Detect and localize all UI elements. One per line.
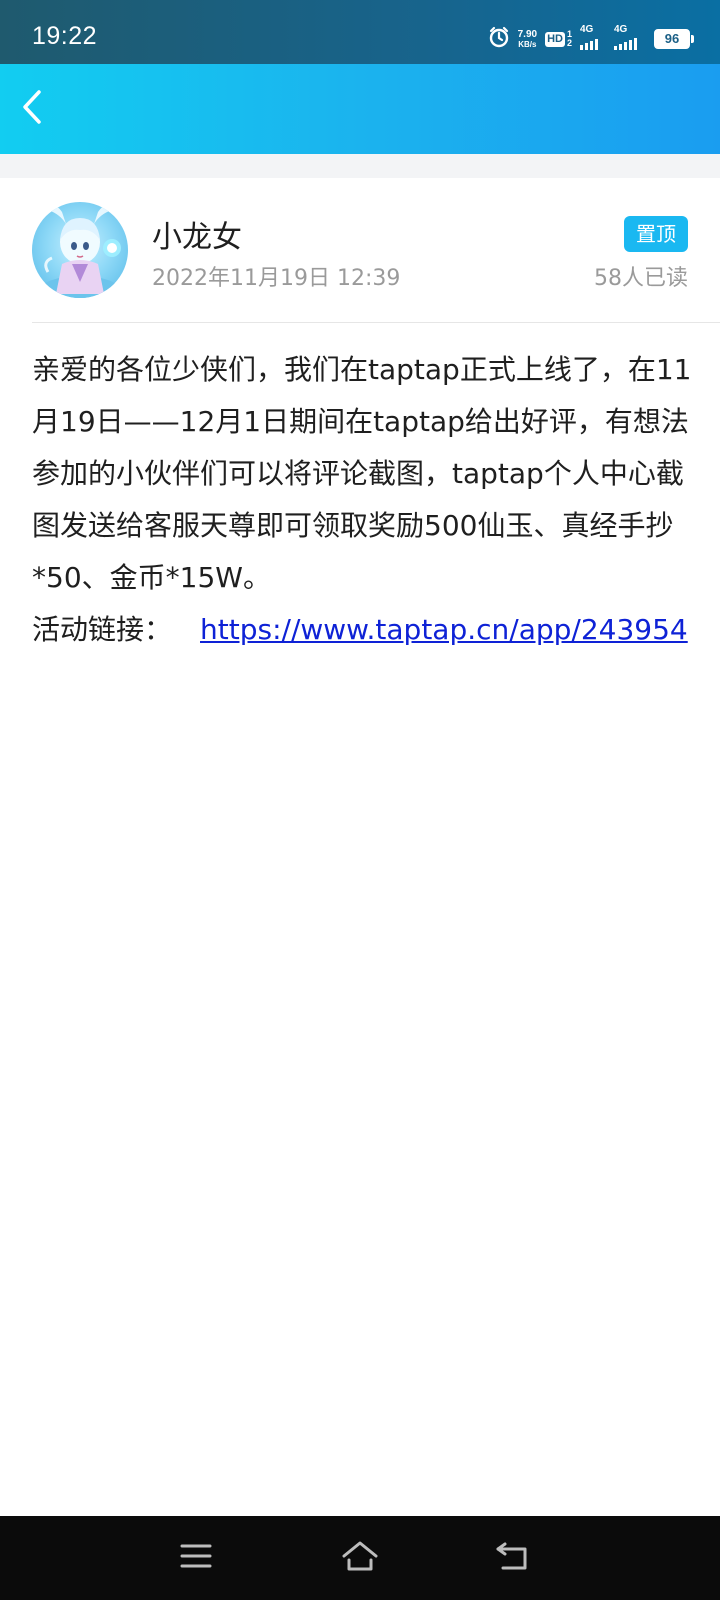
- hd-sim-bottom: 2: [566, 38, 572, 48]
- post-header: 小龙女 2022年11月19日 12:39 置顶 58人已读: [0, 178, 720, 322]
- menu-icon: [180, 1542, 212, 1574]
- status-icons: 7.90 KB/s HD 1 2 4G 4G 96: [488, 24, 694, 54]
- back-icon: [495, 1541, 529, 1575]
- net-speed-unit: KB/s: [518, 39, 537, 49]
- post-link[interactable]: https://www.taptap.cn/app/243954: [200, 613, 688, 646]
- chevron-left-icon: [21, 89, 43, 129]
- network-type-1: 4G: [580, 24, 594, 35]
- status-bar: 19:22 7.90 KB/s HD 1 2 4G 4G 96: [0, 0, 720, 64]
- signal-icon: 4G: [614, 24, 646, 50]
- net-speed-value: 7.90: [517, 28, 538, 40]
- pin-badge: 置顶: [624, 216, 688, 252]
- link-label: 活动链接：: [32, 613, 173, 646]
- post-date: 2022年11月19日 12:39: [152, 266, 401, 291]
- section-gap: [0, 154, 720, 178]
- back-button[interactable]: [8, 82, 56, 136]
- system-nav-bar: [0, 1516, 720, 1600]
- back-nav-button[interactable]: [488, 1534, 536, 1582]
- net-speed: 7.90 KB/s: [517, 28, 538, 49]
- author-name[interactable]: 小龙女: [152, 212, 242, 256]
- menu-button[interactable]: [172, 1534, 220, 1582]
- app-header: [0, 64, 720, 154]
- hd-sim-indicator: 1 2: [567, 30, 572, 48]
- link-line: 活动链接： https://www.taptap.cn/app/243954: [32, 604, 692, 656]
- network-type-2: 4G: [614, 24, 628, 35]
- divider: [32, 322, 720, 323]
- screen: 19:22 7.90 KB/s HD 1 2 4G 4G 96 小龙女 2022…: [0, 0, 720, 1600]
- post-text: 亲爱的各位少侠们，我们在taptap正式上线了，在11月19日——12月1日期间…: [32, 353, 692, 594]
- home-icon: [341, 1540, 379, 1576]
- avatar[interactable]: [32, 202, 128, 298]
- alarm-icon: [488, 26, 510, 52]
- battery-icon: 96: [654, 29, 694, 49]
- hd-badge: HD: [545, 31, 565, 47]
- signal-icon: 4G: [580, 24, 606, 50]
- status-time: 19:22: [32, 22, 98, 50]
- read-count: 58人已读: [594, 266, 688, 291]
- home-button[interactable]: [336, 1534, 384, 1582]
- post-body: 亲爱的各位少侠们，我们在taptap正式上线了，在11月19日——12月1日期间…: [32, 344, 692, 656]
